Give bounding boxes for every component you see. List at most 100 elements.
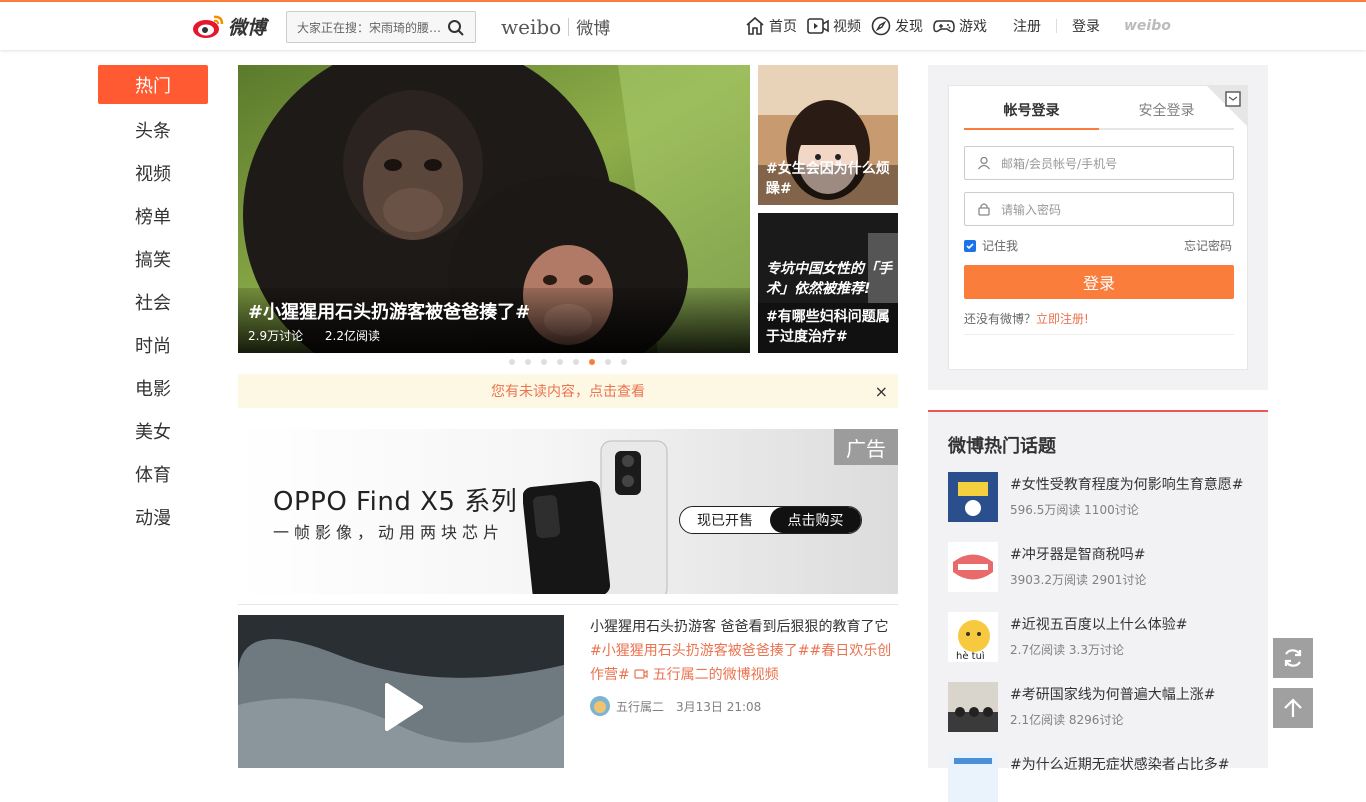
sidebar-item-hot[interactable]: 热门 <box>98 65 208 104</box>
video-icon <box>807 18 829 34</box>
remember-me-checkbox[interactable] <box>964 239 976 252</box>
register-link[interactable]: 注册 <box>1013 16 1041 36</box>
close-icon[interactable]: × <box>875 382 888 401</box>
topic-name[interactable]: #考研国家线为何普遍大幅上涨# <box>1010 684 1215 704</box>
logo-text: 微博 <box>228 16 267 39</box>
unread-notice-text[interactable]: 您有未读内容，点击查看 <box>491 381 645 401</box>
carousel-dot[interactable] <box>573 359 579 365</box>
carousel-dot[interactable] <box>541 359 547 365</box>
carousel-dot[interactable] <box>557 359 563 365</box>
video-link-icon <box>634 669 648 679</box>
sidebar-item-movies[interactable]: 电影 <box>98 366 208 409</box>
carousel-dot-active[interactable] <box>589 359 595 365</box>
carousel-side-card-1[interactable]: #女生会因为什么烦躁# <box>758 65 898 205</box>
topic-thumbnail[interactable] <box>948 542 998 592</box>
brand-cn: 微博 <box>576 19 611 39</box>
weibo-mark: weibo <box>1124 18 1171 34</box>
carousel-discuss-count: 2.9万讨论 <box>248 329 304 343</box>
ad-banner[interactable]: 广告 OPPO Find X5 系列 一帧影像，动用两块芯片 现已开售 点击购买 <box>238 429 898 594</box>
login-link[interactable]: 登录 <box>1072 16 1100 36</box>
search-input[interactable]: 大家正在搜：宋雨琦的腰… <box>287 19 445 36</box>
nav-games[interactable]: 游戏 <box>933 16 987 36</box>
unread-notice-bar[interactable]: 您有未读内容，点击查看 × <box>238 374 898 408</box>
carousel-title[interactable]: #小猩猩用石头扔游客被爸爸揍了# <box>248 298 530 324</box>
sidebar-item-rankings[interactable]: 榜单 <box>98 194 208 237</box>
carousel-dot[interactable] <box>525 359 531 365</box>
sidebar-item-headlines[interactable]: 头条 <box>98 108 208 151</box>
check-icon <box>966 242 974 249</box>
topic-thumbnail[interactable] <box>948 752 998 802</box>
main-nav: 首页 视频 发现 游戏 注册 登录 weibo <box>745 16 1171 36</box>
password-input[interactable]: 请输入密码 <box>1001 201 1061 218</box>
topic-thumbnail[interactable]: hè tuì <box>948 612 998 662</box>
refresh-icon <box>1284 649 1302 667</box>
login-card: 帐号登录 安全登录 邮箱/会员帐号/手机号 请输入密码 记住我 忘记密码 登录 … <box>948 85 1248 370</box>
login-divider <box>964 334 1234 335</box>
sidebar-item-society[interactable]: 社会 <box>98 280 208 323</box>
nav-home[interactable]: 首页 <box>745 16 797 36</box>
ad-button-group: 现已开售 点击购买 <box>679 506 862 534</box>
ad-on-sale-button[interactable]: 现已开售 <box>680 510 770 530</box>
topic-stats: 2.1亿阅读 8296讨论 <box>1010 713 1124 727</box>
hot-topic-item[interactable]: #女性受教育程度为何影响生育意愿# 596.5万阅读 1100讨论 <box>948 472 1258 522</box>
topic-thumbnail[interactable] <box>948 472 998 522</box>
nav-discover[interactable]: 发现 <box>871 16 923 36</box>
sidebar-item-anime[interactable]: 动漫 <box>98 495 208 538</box>
login-button[interactable]: 登录 <box>964 265 1234 299</box>
sidebar-item-beauty[interactable]: 美女 <box>98 409 208 452</box>
feed-item-text: 小猩猩用石头扔游客 爸爸看到后狠狠的教育了它 #小猩猩用石头扔游客被爸爸揍了##… <box>590 615 898 687</box>
topic-thumbnail[interactable] <box>948 682 998 732</box>
sidebar-item-sports[interactable]: 体育 <box>98 452 208 495</box>
forgot-password-link[interactable]: 忘记密码 <box>1184 237 1232 254</box>
password-field[interactable]: 请输入密码 <box>964 192 1234 226</box>
lock-icon <box>978 203 990 216</box>
username-field[interactable]: 邮箱/会员帐号/手机号 <box>964 146 1234 180</box>
topic-name[interactable]: #冲牙器是智商税吗# <box>1010 544 1145 564</box>
topic-name[interactable]: #为什么近期无症状感染者占比多# <box>1010 754 1229 774</box>
feed-author[interactable]: 五行属二 <box>616 698 664 715</box>
tab-account-login[interactable]: 帐号登录 <box>964 100 1099 130</box>
carousel-side-card-2[interactable]: 专坑中国女性的「手术」依然被推荐! #有哪些妇科问题属于过度治疗# <box>758 213 898 353</box>
nav-games-label: 游戏 <box>959 19 987 35</box>
avatar[interactable] <box>590 696 610 716</box>
feed-item-title[interactable]: 小猩猩用石头扔游客 爸爸看到后狠狠的教育了它 <box>590 615 898 639</box>
topic-stats: 2.7亿阅读 3.3万讨论 <box>1010 643 1124 657</box>
home-icon <box>746 16 764 35</box>
remember-me[interactable]: 记住我 <box>964 237 1018 254</box>
carousel-main-slide[interactable]: #小猩猩用石头扔游客被爸爸揍了# 2.9万讨论 2.2亿阅读 <box>238 65 750 353</box>
feed-divider <box>238 604 898 605</box>
search-icon[interactable] <box>447 19 465 37</box>
weibo-logo[interactable]: 微博 <box>192 10 266 42</box>
carousel-dot[interactable] <box>605 359 611 365</box>
video-thumbnail[interactable] <box>238 615 564 768</box>
category-sidebar: 热门 头条 视频 榜单 搞笑 社会 时尚 电影 美女 体育 动漫 <box>98 65 208 538</box>
nav-video-label: 视频 <box>833 19 861 35</box>
nav-video[interactable]: 视频 <box>807 16 861 36</box>
carousel-dot[interactable] <box>621 359 627 365</box>
hot-topic-item[interactable]: #为什么近期无症状感染者占比多# <box>948 752 1258 802</box>
feed-item-meta: 五行属二 3月13日 21:08 <box>590 696 761 716</box>
top-navigation-bar: 微博 大家正在搜：宋雨琦的腰… weibo 微博 首页 视频 发现 游戏 注册 … <box>0 0 1366 50</box>
sidebar-item-fashion[interactable]: 时尚 <box>98 323 208 366</box>
username-input[interactable]: 邮箱/会员帐号/手机号 <box>1001 155 1117 172</box>
register-now-link[interactable]: 立即注册! <box>1036 312 1089 326</box>
sidebar-item-funny[interactable]: 搞笑 <box>98 237 208 280</box>
ad-buy-button[interactable]: 点击购买 <box>770 507 861 533</box>
hot-topic-item[interactable]: #考研国家线为何普遍大幅上涨# 2.1亿阅读 8296讨论 <box>948 682 1258 732</box>
tab-secure-login[interactable]: 安全登录 <box>1099 100 1234 130</box>
carousel-dot[interactable] <box>509 359 515 365</box>
carousel-stats: 2.9万讨论 2.2亿阅读 <box>248 327 398 344</box>
search-box[interactable]: 大家正在搜：宋雨琦的腰… <box>286 11 476 43</box>
carousel-read-count: 2.2亿阅读 <box>324 329 381 343</box>
hot-topic-item[interactable]: #冲牙器是智商税吗# 3903.2万阅读 2901讨论 <box>948 542 1258 592</box>
back-to-top-button[interactable] <box>1273 688 1313 728</box>
topic-name[interactable]: #近视五百度以上什么体验# <box>1010 614 1187 634</box>
play-icon[interactable] <box>383 683 423 731</box>
sidebar-item-video[interactable]: 视频 <box>98 151 208 194</box>
refresh-button[interactable] <box>1273 638 1313 678</box>
hot-topic-item[interactable]: hè tuì #近视五百度以上什么体验# 2.7亿阅读 3.3万讨论 <box>948 612 1258 662</box>
video-link[interactable]: 五行属二的微博视频 <box>653 667 779 683</box>
weibo-eye-icon <box>193 15 224 38</box>
brand-divider <box>568 17 570 36</box>
topic-name[interactable]: #女性受教育程度为何影响生育意愿# <box>1010 474 1243 494</box>
